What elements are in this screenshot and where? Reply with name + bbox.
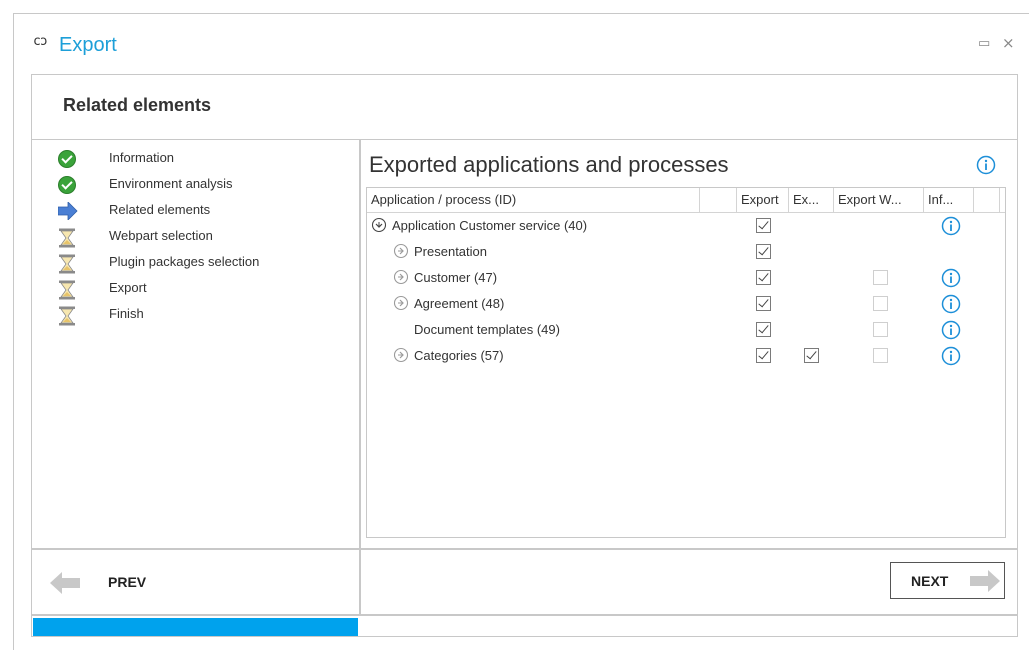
page-title: Related elements	[63, 95, 212, 115]
hourglass-icon	[58, 228, 76, 248]
arrow-left-icon	[50, 572, 82, 598]
row-label: Presentation	[414, 244, 487, 259]
export-checkbox[interactable]	[756, 348, 771, 363]
next-button[interactable]: NEXT	[890, 562, 1005, 599]
check-icon	[58, 176, 76, 194]
row-label: Document templates (49)	[414, 322, 560, 337]
step-item[interactable]: Webpart selection	[32, 228, 352, 250]
hourglass-icon	[58, 254, 76, 274]
column-header-ex[interactable]: Ex...	[789, 188, 834, 212]
title-bar: cɔ Export ▭ ×	[14, 14, 1029, 74]
prev-button[interactable]: PREV	[50, 568, 170, 598]
table-row: Document templates (49)	[367, 318, 1005, 344]
row-label: Customer (47)	[414, 270, 498, 285]
expand-circle-icon[interactable]	[393, 269, 409, 285]
column-header-info[interactable]: Inf...	[924, 188, 974, 212]
hourglass-icon	[58, 280, 76, 300]
window-title: Export	[59, 34, 117, 56]
link-icon: cɔ	[33, 34, 48, 49]
wizard-header: Related elements	[31, 74, 1018, 140]
row-label: Application Customer service (40)	[392, 218, 588, 233]
step-item[interactable]: Export	[32, 280, 352, 302]
step-item[interactable]: Plugin packages selection	[32, 254, 352, 276]
footer-right: NEXT	[360, 549, 1018, 615]
row-label: Categories (57)	[414, 348, 504, 363]
arrow-right-icon	[57, 201, 78, 221]
column-header-export-w[interactable]: Export W...	[834, 188, 924, 212]
table-row: Customer (47)	[367, 266, 1005, 292]
table-row: Agreement (48)	[367, 292, 1005, 318]
step-label: Environment analysis	[109, 176, 233, 191]
expand-circle-icon[interactable]	[393, 243, 409, 259]
info-icon[interactable]	[976, 155, 996, 179]
column-header-spacer	[974, 188, 1000, 212]
export-w-checkbox[interactable]	[873, 270, 888, 285]
expand-circle-icon[interactable]	[393, 347, 409, 363]
check-icon	[58, 150, 76, 168]
info-icon[interactable]	[941, 216, 961, 240]
step-item[interactable]: Related elements	[32, 201, 352, 224]
table-row: Categories (57)	[367, 344, 1005, 370]
step-label: Information	[109, 150, 175, 165]
export-grid: Application / process (ID) Export Ex... …	[366, 187, 1006, 538]
hourglass-icon	[58, 306, 76, 326]
export-w-checkbox[interactable]	[873, 322, 888, 337]
step-label: Related elements	[109, 202, 211, 217]
export-checkbox[interactable]	[756, 218, 771, 233]
progress-fill	[33, 618, 358, 636]
next-label: NEXT	[911, 573, 949, 589]
grid-header: Application / process (ID) Export Ex... …	[367, 188, 1005, 213]
info-icon[interactable]	[941, 320, 961, 344]
column-header-application[interactable]: Application / process (ID)	[367, 188, 700, 212]
footer-left: PREV	[31, 549, 360, 615]
export-checkbox[interactable]	[756, 270, 771, 285]
step-label: Plugin packages selection	[109, 254, 260, 269]
step-item[interactable]: Information	[32, 150, 352, 172]
info-icon[interactable]	[941, 268, 961, 292]
info-icon[interactable]	[941, 294, 961, 318]
step-item[interactable]: Finish	[32, 306, 352, 328]
export-w-checkbox[interactable]	[873, 348, 888, 363]
table-row: Presentation	[367, 240, 1005, 266]
ex-checkbox[interactable]	[804, 348, 819, 363]
step-label: Finish	[109, 306, 144, 321]
info-icon[interactable]	[941, 346, 961, 370]
step-label: Webpart selection	[109, 228, 213, 243]
wizard-steps: Information Environment analysis Related e…	[31, 139, 360, 549]
expand-circle-icon[interactable]	[393, 295, 409, 311]
close-button[interactable]: ×	[1002, 34, 1015, 52]
arrow-right-icon	[968, 570, 1000, 596]
export-checkbox[interactable]	[756, 322, 771, 337]
export-window: cɔ Export ▭ × Related elements Informati…	[13, 13, 1029, 650]
step-item[interactable]: Environment analysis	[32, 176, 352, 198]
content-panel: Exported applications and processes Appl…	[360, 139, 1018, 549]
export-checkbox[interactable]	[756, 244, 771, 259]
table-row: Application Customer service (40)	[367, 214, 1005, 240]
step-label: Export	[109, 280, 147, 295]
column-header-export[interactable]: Export	[737, 188, 789, 212]
export-checkbox[interactable]	[756, 296, 771, 311]
progress-bar	[31, 615, 1018, 637]
column-header-blank[interactable]	[700, 188, 737, 212]
content-title: Exported applications and processes	[369, 152, 729, 177]
collapse-circle-icon[interactable]	[371, 217, 387, 233]
row-label: Agreement (48)	[414, 296, 505, 311]
export-w-checkbox[interactable]	[873, 296, 888, 311]
maximize-button[interactable]: ▭	[978, 36, 990, 51]
prev-label: PREV	[108, 574, 147, 590]
